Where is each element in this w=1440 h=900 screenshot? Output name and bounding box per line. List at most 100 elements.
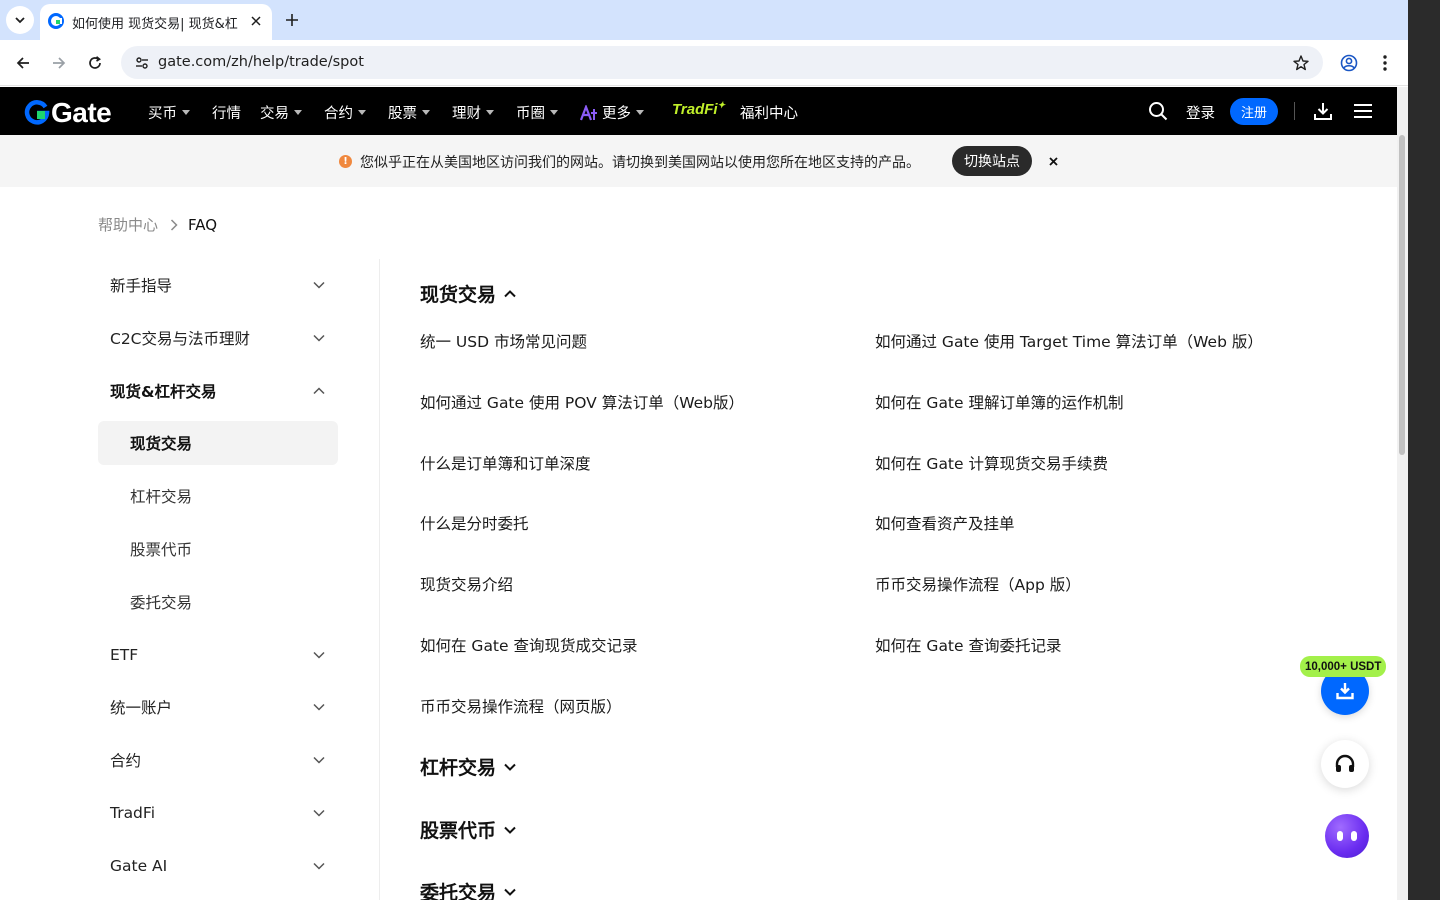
sidebar-group-futures[interactable]: 合约: [98, 738, 338, 782]
nav-tradfi[interactable]: TradFi✦: [672, 100, 725, 118]
sidebar-group-gate-ai[interactable]: Gate AI: [98, 844, 338, 888]
chevron-down-icon: [15, 17, 25, 24]
section-spot-trading[interactable]: 现货交易: [420, 280, 516, 307]
sidebar-group-c2c[interactable]: C2C交易与法币理财: [98, 316, 338, 360]
caret-down-icon: [182, 110, 190, 115]
nav-label: 理财: [452, 106, 481, 122]
article-link[interactable]: 币币交易操作流程（网页版）: [420, 695, 622, 717]
section-margin-trading[interactable]: 杠杆交易: [420, 753, 516, 780]
article-link[interactable]: 如何在 Gate 计算现货交易手续费: [875, 452, 1108, 474]
sidebar-group-label: TradFi: [110, 804, 155, 822]
chevron-down-icon: [311, 752, 327, 768]
reload-icon: [89, 56, 101, 69]
tab-close-icon[interactable]: [246, 11, 266, 31]
article-link[interactable]: 什么是分时委托: [420, 512, 529, 534]
sidebar-item-stock-tokens[interactable]: 股票代币: [98, 527, 338, 571]
nav-stocks[interactable]: 股票: [388, 102, 430, 123]
article-link[interactable]: 如何在 Gate 查询现货成交记录: [420, 634, 637, 656]
breadcrumb-current: FAQ: [188, 215, 218, 234]
page-viewport: Gate 买币 行情 交易 合约 股票 理财 币圈 更多 TradFi✦ 福利中…: [0, 87, 1397, 900]
article-link[interactable]: 如何查看资产及挂单: [875, 512, 1015, 534]
caret-down-icon: [636, 110, 644, 115]
forward-button[interactable]: [45, 49, 73, 77]
caret-down-icon: [550, 110, 558, 115]
ai-assistant-button[interactable]: [1325, 814, 1369, 858]
article-link[interactable]: 如何在 Gate 查询委托记录: [875, 634, 1061, 656]
hamburger-menu-icon: [1354, 104, 1372, 118]
search-button[interactable]: [1146, 99, 1170, 123]
bookmark-star-icon[interactable]: [1289, 51, 1313, 75]
section-title: 股票代币: [420, 820, 497, 842]
article-link[interactable]: 如何在 Gate 理解订单簿的运作机制: [875, 391, 1123, 413]
article-link[interactable]: 如何通过 Gate 使用 Target Time 算法订单（Web 版）: [875, 330, 1263, 352]
browser-menu-button[interactable]: [1371, 49, 1399, 77]
back-button[interactable]: [9, 49, 37, 77]
nav-buy-crypto[interactable]: 买币: [148, 102, 190, 123]
banner-message: 您似乎正在从美国地区访问我们的网站。请切换到美国网站以使用您所在地区支持的产品。: [360, 155, 920, 171]
nav-label: 交易: [260, 106, 289, 122]
caret-down-icon: [358, 110, 366, 115]
nav-welfare-center[interactable]: 福利中心: [740, 102, 798, 123]
browser-tab[interactable]: 如何使用 现货交易| 现货&杠: [40, 4, 272, 40]
article-link[interactable]: 现货交易介绍: [420, 573, 513, 595]
download-icon: [1336, 683, 1354, 700]
section-title: 杠杆交易: [420, 757, 497, 779]
scrollbar-thumb[interactable]: [1399, 135, 1405, 455]
reload-button[interactable]: [81, 49, 109, 77]
gate-logo-icon: [24, 100, 50, 125]
sidebar-group-tradfi[interactable]: TradFi: [98, 791, 338, 835]
logo-wordmark: Gate: [51, 97, 112, 128]
plus-icon: [286, 14, 298, 26]
address-bar[interactable]: gate.com/zh/help/trade/spot: [121, 46, 1323, 79]
sidebar-item-entrusted[interactable]: 委托交易: [98, 580, 338, 624]
gate-favicon-icon: [48, 13, 64, 33]
gate-logo[interactable]: Gate: [24, 97, 112, 129]
region-banner: ! 您似乎正在从美国地区访问我们的网站。请切换到美国网站以使用您所在地区支持的产…: [0, 135, 1397, 187]
section-title: 委托交易: [420, 882, 497, 900]
article-link[interactable]: 币币交易操作流程（App 版）: [875, 573, 1081, 595]
customer-support-button[interactable]: [1321, 740, 1369, 788]
section-stock-tokens[interactable]: 股票代币: [420, 816, 516, 843]
sidebar-group-spot-margin[interactable]: 现货&杠杆交易: [98, 369, 338, 413]
article-link[interactable]: 统一 USD 市场常见问题: [420, 330, 587, 352]
chevron-down-icon: [311, 699, 327, 715]
tradfi-label: TradFi: [672, 101, 718, 118]
download-app-button[interactable]: [1311, 99, 1335, 123]
nav-earn[interactable]: 理财: [452, 102, 494, 123]
page-scrollbar[interactable]: [1397, 87, 1408, 900]
url-text: gate.com/zh/help/trade/spot: [158, 54, 364, 70]
menu-button[interactable]: [1351, 99, 1375, 123]
switch-site-button[interactable]: 切换站点: [952, 146, 1032, 176]
nav-more[interactable]: 更多: [580, 102, 644, 123]
caret-down-icon: [294, 110, 302, 115]
sidebar-group-label: 统一账户: [110, 699, 173, 717]
banner-close-icon[interactable]: [1044, 152, 1062, 170]
sidebar-group-etf[interactable]: ETF: [98, 633, 338, 677]
sidebar-item-margin[interactable]: 杠杆交易: [98, 474, 338, 518]
sidebar-group-beginner[interactable]: 新手指导: [98, 263, 338, 307]
section-entrusted-trading[interactable]: 委托交易: [420, 878, 516, 900]
register-button[interactable]: 注册: [1230, 98, 1278, 125]
sidebar-group-unified-account[interactable]: 统一账户: [98, 685, 338, 729]
nav-trade[interactable]: 交易: [260, 102, 302, 123]
nav-label: 更多: [602, 106, 631, 122]
login-link[interactable]: 登录: [1186, 102, 1215, 123]
sidebar-item-spot[interactable]: 现货交易: [98, 421, 338, 465]
chevron-down-icon: [311, 277, 327, 293]
nav-markets[interactable]: 行情: [212, 102, 241, 123]
tab-search-button[interactable]: [6, 6, 34, 34]
ai-sparkle-icon: [580, 104, 597, 120]
breadcrumb-help-center[interactable]: 帮助中心: [98, 214, 158, 235]
chevron-down-icon: [504, 763, 516, 771]
nav-futures[interactable]: 合约: [324, 102, 366, 123]
profile-button[interactable]: [1335, 49, 1363, 77]
sidebar-group-label: ETF: [110, 646, 139, 664]
nav-community[interactable]: 币圈: [516, 102, 558, 123]
new-tab-button[interactable]: [280, 8, 304, 32]
article-link[interactable]: 如何通过 Gate 使用 POV 算法订单（Web版）: [420, 391, 744, 413]
site-info-icon[interactable]: [129, 50, 155, 76]
chevron-down-icon: [504, 888, 516, 896]
article-link[interactable]: 什么是订单簿和订单深度: [420, 452, 591, 474]
chevron-up-icon: [504, 289, 516, 298]
sidebar-group-label: Gate AI: [110, 857, 168, 875]
